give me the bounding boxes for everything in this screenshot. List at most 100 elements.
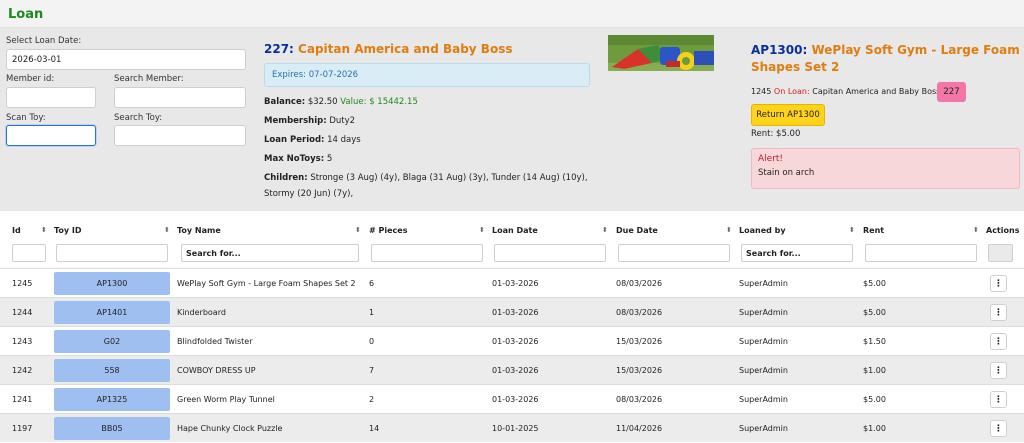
loan-period-label: Loan Period: [264, 135, 325, 145]
cell-due-date: 08/03/2026 [616, 395, 663, 404]
sort-icon[interactable]: ⬍ [41, 226, 47, 234]
cell-toy-name: Green Worm Play Tunnel [177, 395, 275, 404]
alert-title: Alert! [758, 154, 784, 164]
loan-period-line: Loan Period: 14 days [264, 135, 361, 145]
scan-toy-input[interactable] [6, 125, 96, 146]
loan-number: 1245 [751, 87, 772, 96]
alert-box: Alert! Stain on arch [751, 148, 1020, 189]
cell-loaned-by: SuperAdmin [739, 337, 788, 346]
return-toy-button[interactable]: Return AP1300 [751, 104, 825, 126]
member-id-input[interactable] [6, 87, 96, 108]
children-line: Children: Stronge (3 Aug) (4y), Blaga (3… [264, 173, 588, 183]
toy-id-chip[interactable]: AP1401 [54, 301, 170, 324]
toy-id-chip[interactable]: G02 [54, 330, 170, 353]
cell-rent: $1.50 [863, 337, 886, 346]
filter-rent-input[interactable] [865, 244, 977, 262]
row-actions-button[interactable]: ⋮ [990, 420, 1007, 437]
filter-toy-name-input[interactable]: Search for... [181, 244, 359, 262]
cell-rent: $5.00 [863, 395, 886, 404]
filter-id-input[interactable] [12, 244, 46, 262]
sort-icon[interactable]: ⬍ [355, 226, 361, 234]
row-actions-button[interactable]: ⋮ [990, 362, 1007, 379]
filter-toy-id-input[interactable] [56, 244, 168, 262]
column-header-rent[interactable]: Rent [863, 222, 884, 239]
cell-loan-date: 01-03-2026 [492, 395, 539, 404]
balance-line: Balance: $32.50 Value: $ 15442.15 [264, 97, 418, 107]
cell-loan-date: 01-03-2026 [492, 337, 539, 346]
search-toy-label: Search Toy: [114, 113, 163, 123]
balance-label: Balance: [264, 97, 306, 107]
cell-pieces: 0 [369, 337, 375, 346]
column-header-pieces[interactable]: # Pieces [369, 222, 407, 239]
alert-text: Stain on arch [758, 168, 815, 178]
toy-photo [608, 35, 714, 71]
cell-loaned-by: SuperAdmin [739, 424, 788, 433]
row-actions-button[interactable]: ⋮ [990, 304, 1007, 321]
sort-icon[interactable]: ⬍ [602, 226, 608, 234]
table-row[interactable]: 1245 AP1300 WePlay Soft Gym - Large Foam… [0, 268, 1024, 297]
max-toys-value: 5 [326, 154, 333, 164]
children-list: Stronge (3 Aug) (4y), Blaga (31 Aug) (3y… [310, 173, 588, 183]
filter-actions-input [988, 244, 1013, 262]
expires-text: Expires: 07-07-2026 [272, 70, 359, 80]
table-row[interactable]: 1197 BB05 Hape Chunky Clock Puzzle 14 10… [0, 413, 1024, 442]
toy-id-chip[interactable]: AP1300 [54, 272, 170, 295]
scan-toy-label: Scan Toy: [6, 113, 46, 123]
toy-title: AP1300: WePlay Soft Gym - Large Foam Sha… [751, 42, 1023, 76]
page-header: Loan [0, 0, 1024, 28]
children-label: Children: [264, 173, 308, 183]
filter-loan-date-input[interactable] [494, 244, 606, 262]
cell-id: 1241 [12, 395, 33, 404]
column-header-loaned-by[interactable]: Loaned by [739, 222, 786, 239]
column-header-actions: Actions [986, 226, 1020, 235]
row-actions-button[interactable]: ⋮ [990, 391, 1007, 408]
filter-due-date-input[interactable] [618, 244, 730, 262]
children-list-continued: Stormy (20 Jun) (7y), [264, 189, 354, 199]
sort-icon[interactable]: ⬍ [164, 226, 170, 234]
filter-pieces-input[interactable] [371, 244, 483, 262]
cell-loaned-by: SuperAdmin [739, 395, 788, 404]
table-row[interactable]: 1242 558 COWBOY DRESS UP 7 01-03-2026 15… [0, 355, 1024, 384]
cell-rent: $5.00 [863, 308, 886, 317]
member-name: Capitan America and Baby Boss [298, 42, 513, 56]
sort-icon[interactable]: ⬍ [973, 226, 979, 234]
cell-toy-name: Kinderboard [177, 308, 226, 317]
cell-id: 1244 [12, 308, 33, 317]
toy-id-chip[interactable]: AP1325 [54, 388, 170, 411]
toy-id-chip[interactable]: 558 [54, 359, 170, 382]
search-toy-input[interactable] [114, 125, 246, 146]
page-title: Loan [8, 7, 44, 22]
member-badge[interactable]: 227 [937, 82, 966, 102]
column-header-toy-name[interactable]: Toy Name [177, 222, 221, 239]
table-row[interactable]: 1243 G02 Blindfolded Twister 0 01-03-202… [0, 326, 1024, 355]
cell-pieces: 2 [369, 395, 375, 404]
member-id: 227: [264, 42, 294, 56]
table-row[interactable]: 1244 AP1401 Kinderboard 1 01-03-2026 08/… [0, 297, 1024, 326]
cell-loaned-by: SuperAdmin [739, 279, 788, 288]
toy-id-chip[interactable]: BB05 [54, 417, 170, 440]
column-header-loan-date[interactable]: Loan Date [492, 222, 538, 239]
column-header-id[interactable]: Id [12, 222, 21, 239]
max-toys-label: Max NoToys: [264, 154, 325, 164]
loan-period-value: 14 days [327, 135, 361, 145]
column-header-due-date[interactable]: Due Date [616, 222, 658, 239]
sort-icon[interactable]: ⬍ [726, 226, 732, 234]
row-actions-button[interactable]: ⋮ [990, 333, 1007, 350]
member-id-label: Member id: [6, 74, 55, 84]
cell-loan-date: 01-03-2026 [492, 279, 539, 288]
sort-icon[interactable]: ⬍ [479, 226, 485, 234]
membership-value: Duty2 [329, 116, 356, 126]
sort-icon[interactable]: ⬍ [849, 226, 855, 234]
loan-date-input[interactable]: 2026-03-01 [6, 49, 246, 70]
table-row[interactable]: 1241 AP1325 Green Worm Play Tunnel 2 01-… [0, 384, 1024, 413]
row-actions-button[interactable]: ⋮ [990, 275, 1007, 292]
expires-banner: Expires: 07-07-2026 [264, 63, 590, 87]
cell-due-date: 08/03/2026 [616, 279, 663, 288]
column-header-toy-id[interactable]: Toy ID [54, 222, 82, 239]
children-line-2: Stormy (20 Jun) (7y), [264, 189, 353, 199]
filter-loaned-by-input[interactable]: Search for... [741, 244, 853, 262]
loan-date-label: Select Loan Date: [6, 36, 82, 46]
cell-rent: $1.00 [863, 366, 886, 375]
search-member-input[interactable] [114, 87, 246, 108]
cell-toy-name: Hape Chunky Clock Puzzle [177, 424, 283, 433]
